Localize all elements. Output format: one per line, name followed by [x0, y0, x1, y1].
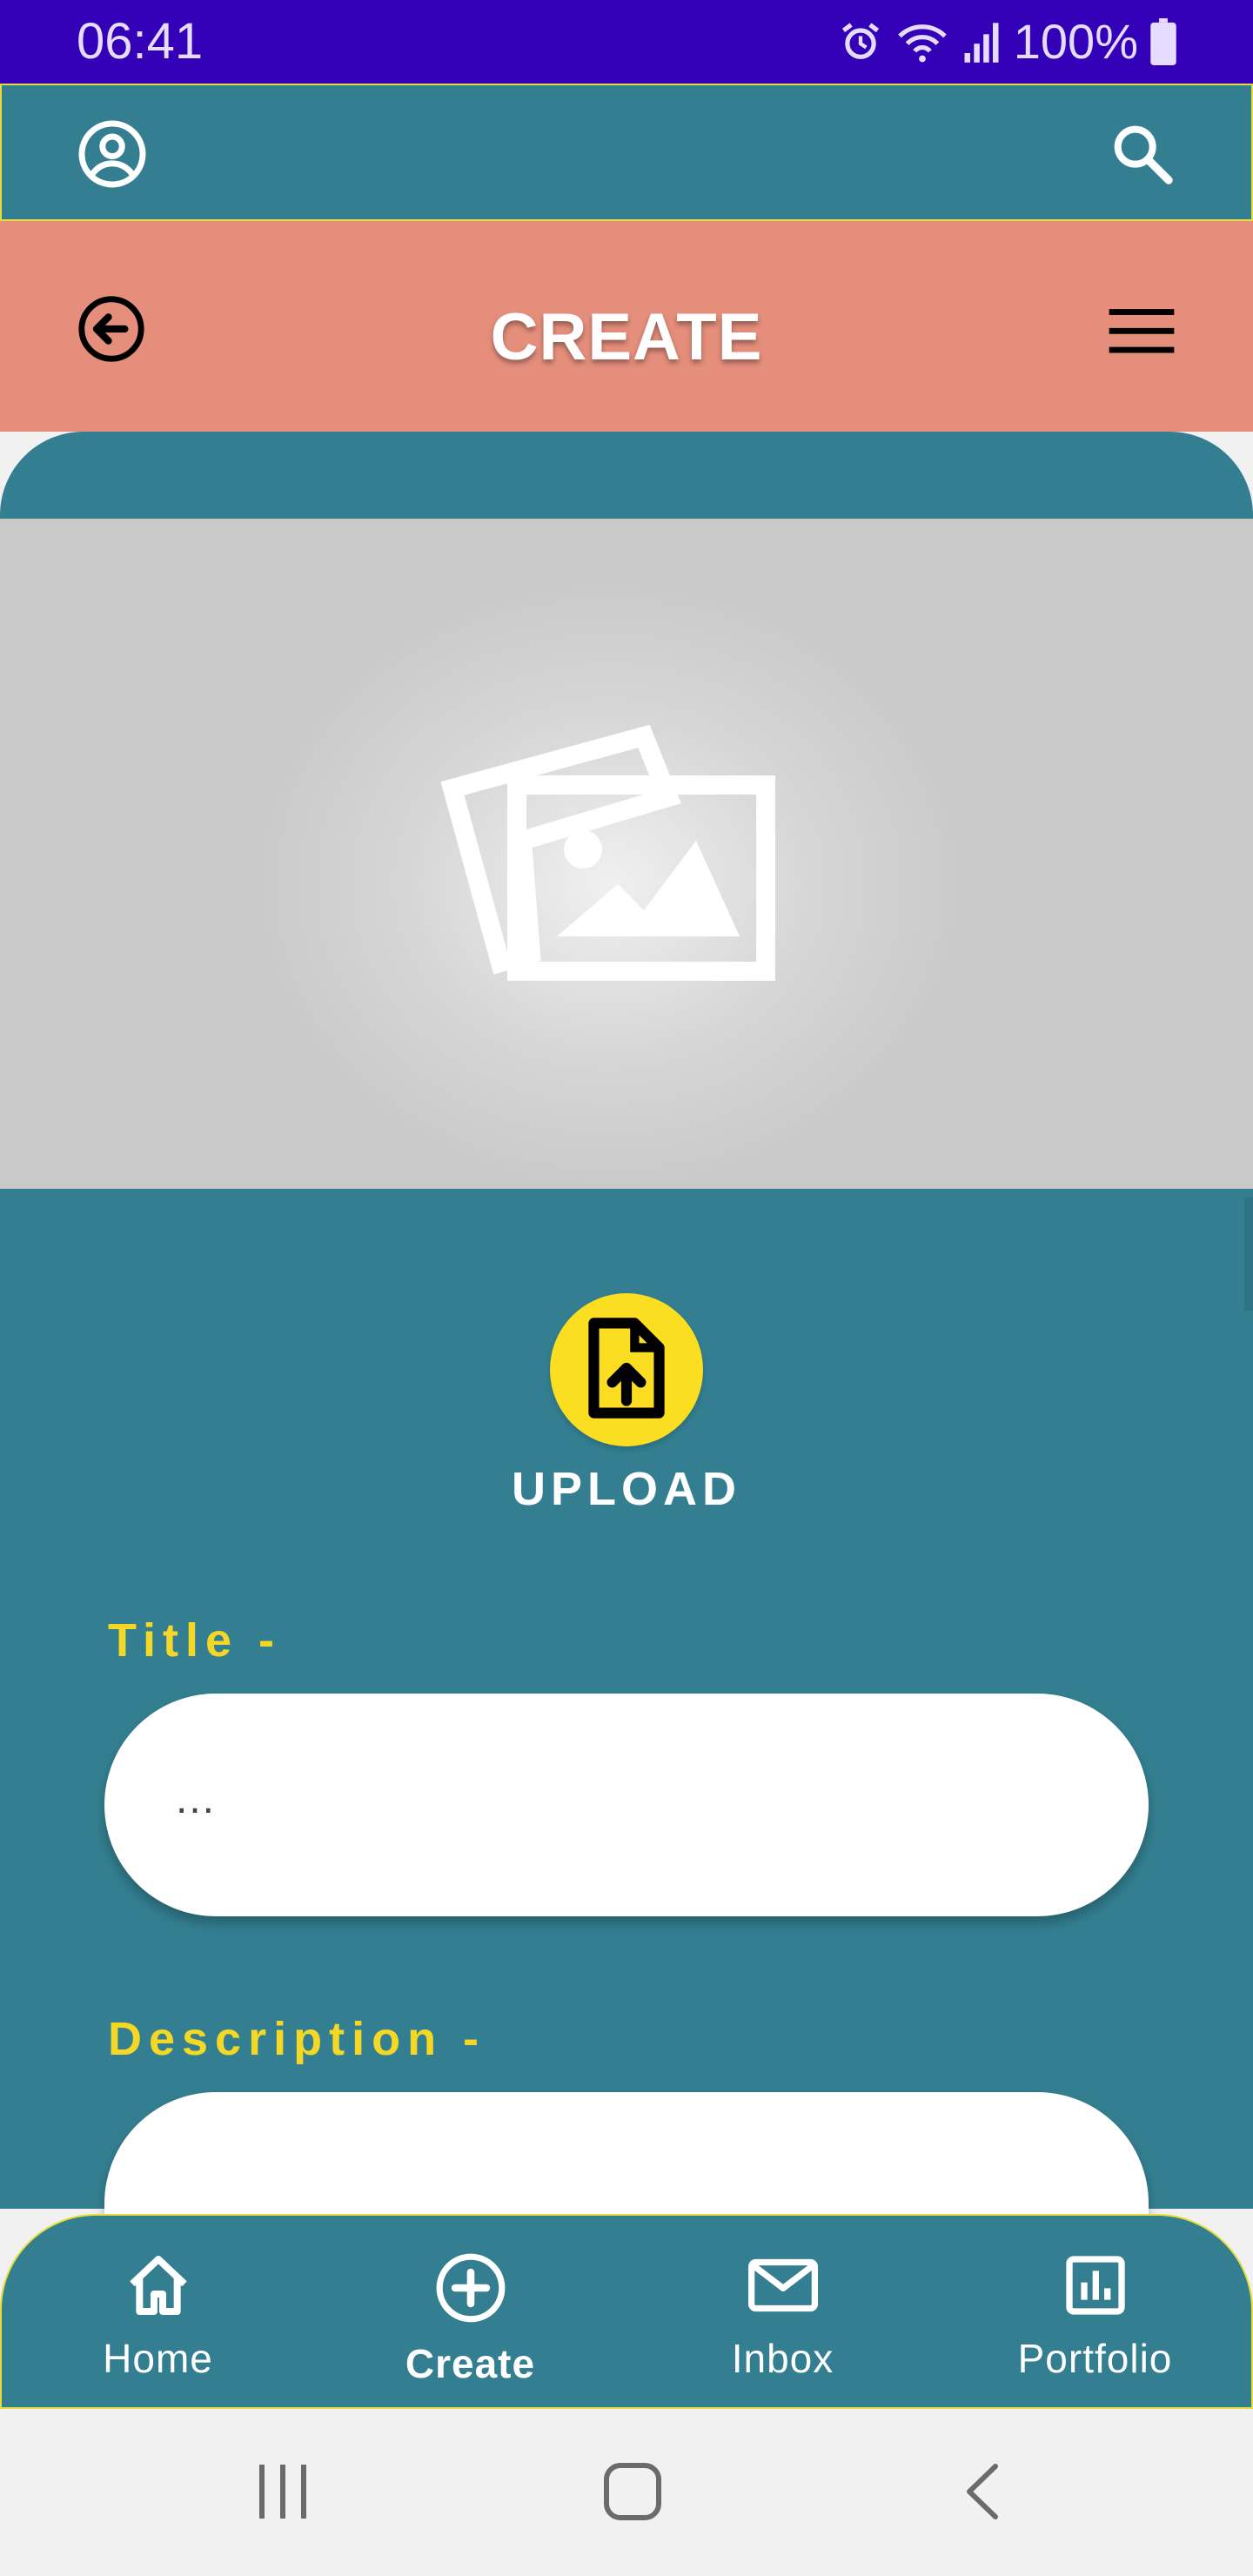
content-panel: UPLOAD [0, 432, 1253, 2209]
file-upload-icon [585, 1315, 668, 1426]
status-time: 06:41 [77, 13, 204, 70]
nav-label-inbox: Inbox [731, 2336, 834, 2381]
status-icons: 100% [838, 12, 1176, 71]
add-circle-icon [433, 2251, 508, 2325]
system-navigation-bar [0, 2409, 1253, 2576]
page-title: CREATE [490, 300, 763, 374]
menu-button[interactable] [1105, 301, 1178, 364]
nav-item-inbox[interactable]: Inbox [626, 2216, 939, 2407]
nav-item-create[interactable]: Create [314, 2216, 626, 2407]
nav-item-portfolio[interactable]: Portfolio [939, 2216, 1251, 2407]
menu-icon [1109, 306, 1175, 359]
description-label: Description - [108, 2013, 486, 2065]
battery-icon [1150, 18, 1176, 65]
battery-text: 100% [1013, 14, 1138, 69]
title-input[interactable]: ... [104, 1694, 1149, 1916]
upload-label: UPLOAD [512, 1463, 741, 1515]
back-nav-icon[interactable] [961, 2461, 1004, 2526]
top-app-bar [0, 84, 1253, 221]
title-input-value: ... [176, 1776, 217, 1822]
recents-icon[interactable] [254, 2461, 312, 2526]
nav-item-home[interactable]: Home [2, 2216, 314, 2407]
home-button-icon[interactable] [602, 2461, 663, 2526]
scrollbar[interactable] [1244, 1197, 1253, 1311]
wifi-icon [895, 19, 949, 64]
nav-label-create: Create [405, 2341, 536, 2386]
bottom-navigation: Home Create Inbox Portfolio [0, 2214, 1253, 2409]
title-label: Title - [108, 1614, 282, 1667]
alarm-icon [838, 19, 883, 64]
image-preview[interactable] [0, 519, 1253, 1189]
account-circle-icon [76, 117, 149, 195]
search-button[interactable] [1103, 117, 1182, 195]
search-icon [1108, 119, 1177, 193]
profile-button[interactable] [73, 117, 151, 195]
nav-label-portfolio: Portfolio [1017, 2336, 1173, 2381]
bar-chart-icon [1061, 2251, 1130, 2320]
page-header: CREATE [0, 221, 1253, 432]
nav-label-home: Home [103, 2336, 213, 2381]
status-bar: 06:41 100% [0, 0, 1253, 84]
upload-button[interactable] [550, 1293, 703, 1446]
home-icon [124, 2251, 193, 2320]
mail-icon [746, 2251, 821, 2320]
signal-icon [962, 19, 1002, 64]
